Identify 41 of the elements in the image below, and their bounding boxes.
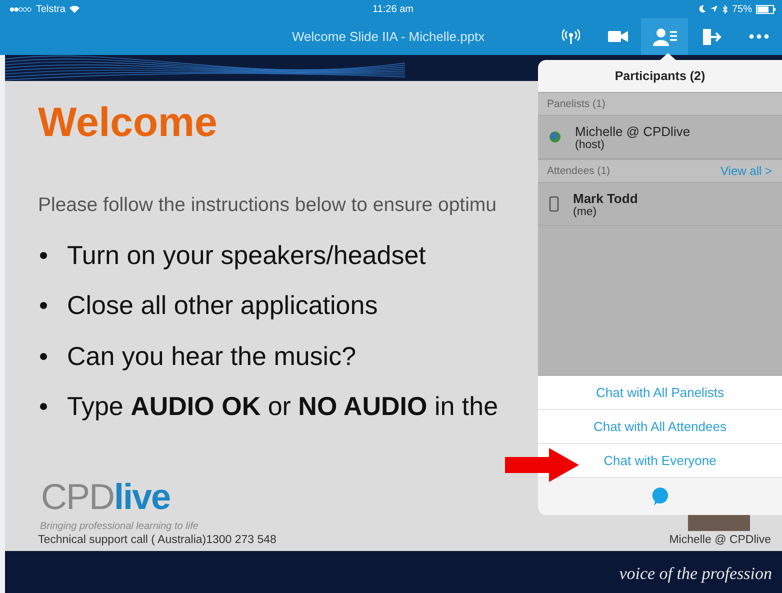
slide-intro-text: Please follow the instructions below to ensure optimu	[38, 194, 496, 217]
bullet-dot	[40, 352, 47, 360]
moon-icon	[698, 5, 706, 13]
bullet-dot	[40, 252, 47, 259]
bullet-text: Can you hear the music?	[67, 340, 356, 372]
participant-row[interactable]: Mark Todd (me)	[538, 183, 782, 226]
bullet-text: Close all other applications	[67, 290, 378, 322]
footer-slogan: voice of the profession	[619, 564, 772, 584]
bullet-text: Turn on your speakers/headset	[67, 240, 426, 271]
battery-icon	[756, 4, 776, 14]
chat-bubble-icon[interactable]	[651, 487, 669, 506]
host-status-icon	[549, 131, 561, 143]
status-time: 11:26 am	[372, 4, 414, 14]
signal-icon	[10, 6, 32, 12]
participant-name: Michelle @ CPDlive	[575, 124, 690, 138]
participant-role: (me)	[573, 206, 598, 218]
bullet-text: Type AUDIO OK or NO AUDIO in the	[67, 391, 498, 422]
chat-option[interactable]: Chat with Everyone	[538, 444, 782, 478]
document-title: Welcome Slide IIA - Michelle.pptx	[292, 29, 485, 44]
chat-option[interactable]: Chat with All Panelists	[538, 376, 782, 410]
bullet-dot	[40, 403, 47, 410]
presenter-name: Michelle @ CPDlive	[669, 534, 771, 546]
participant-name: Mark Todd	[573, 190, 638, 206]
slide-heading: Welcome	[38, 99, 218, 143]
bullet-dot	[40, 302, 47, 310]
cpdlive-logo: CPDlive	[41, 479, 170, 515]
participant-role: (host)	[575, 138, 606, 150]
popover-title: Participants (2)	[614, 68, 706, 85]
section-label: Attendees (1)	[547, 165, 610, 177]
chat-option[interactable]: Chat with All Attendees	[538, 410, 782, 444]
battery-percent: 75%	[732, 4, 752, 14]
location-icon	[710, 5, 718, 13]
support-phone-text: Technical support call ( Australia)1300 273 548	[38, 534, 276, 546]
carrier-name: Telstra	[36, 4, 66, 14]
section-label: Panelists (1)	[547, 98, 606, 110]
logo-tagline: Bringing professional learning to life	[40, 521, 200, 532]
bluetooth-icon	[722, 4, 728, 14]
wifi-icon	[69, 5, 80, 13]
view-all-link[interactable]: View all >	[720, 164, 772, 178]
phone-icon	[549, 196, 559, 212]
participants-icon[interactable]	[641, 18, 688, 55]
